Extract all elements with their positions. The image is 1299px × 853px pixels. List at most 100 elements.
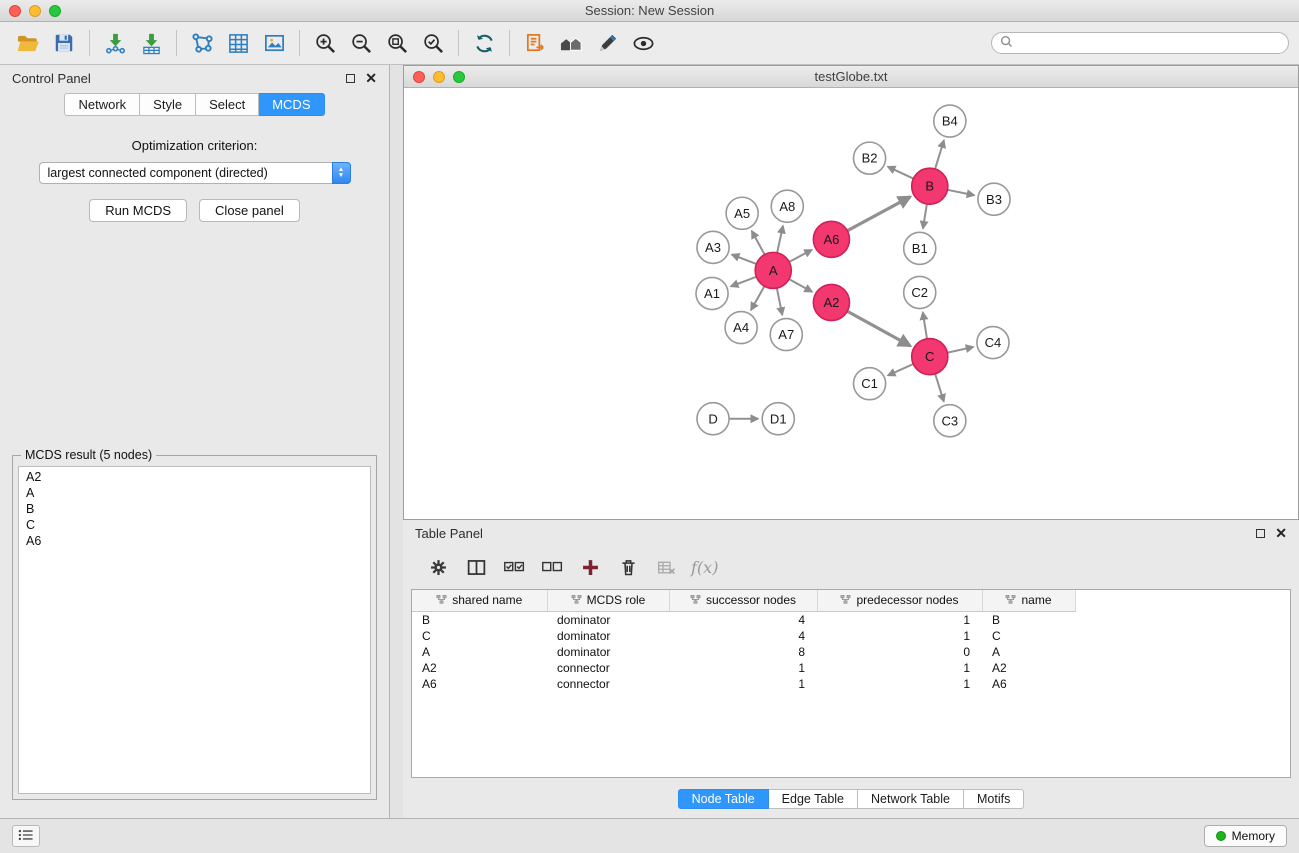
zoom-out-icon[interactable]	[343, 26, 379, 60]
close-panel-button[interactable]: Close panel	[199, 199, 300, 222]
select-all-icon[interactable]	[501, 554, 527, 580]
network-canvas[interactable]: B4B2BB3B1A5A8A6A3AA1A2C2A4A7CC4C1C3DD1	[404, 88, 1298, 519]
network-node-a6[interactable]: A6	[813, 221, 849, 257]
first-neighbors-icon[interactable]	[517, 26, 553, 60]
network-node-a2[interactable]: A2	[813, 284, 849, 320]
table-close-panel-icon[interactable]: ✕	[1275, 526, 1287, 540]
add-column-icon[interactable]	[577, 554, 603, 580]
network-minimize-button[interactable]	[433, 71, 445, 83]
column-header-shared-name[interactable]: shared name	[412, 590, 547, 611]
network-edge[interactable]	[751, 284, 765, 310]
network-node-c[interactable]: C	[912, 339, 948, 375]
delete-column-icon[interactable]	[615, 554, 641, 580]
import-table-from-file-icon[interactable]	[133, 26, 169, 60]
delete-table-icon[interactable]	[653, 554, 679, 580]
split-panel-icon[interactable]	[463, 554, 489, 580]
network-edge[interactable]	[787, 278, 812, 292]
network-edge[interactable]	[923, 312, 927, 340]
network-edge[interactable]	[945, 347, 973, 353]
network-edge[interactable]	[945, 189, 974, 195]
deselect-all-icon[interactable]	[539, 554, 565, 580]
home-pages-icon[interactable]	[553, 26, 589, 60]
network-node-b2[interactable]: B2	[854, 142, 886, 174]
table-row[interactable]: Bdominator41B	[412, 611, 1075, 628]
network-node-d[interactable]: D	[697, 403, 729, 435]
search-input[interactable]	[1018, 36, 1280, 50]
result-item[interactable]: C	[24, 517, 365, 533]
memory-button[interactable]: Memory	[1204, 825, 1287, 847]
tab-style[interactable]: Style	[140, 93, 196, 116]
search-box[interactable]	[991, 32, 1289, 54]
export-image-icon[interactable]	[256, 26, 292, 60]
minimize-window-button[interactable]	[29, 5, 41, 17]
network-node-c3[interactable]: C3	[934, 405, 966, 437]
network-edge[interactable]	[752, 231, 766, 256]
import-network-from-file-icon[interactable]	[97, 26, 133, 60]
network-node-a[interactable]: A	[755, 252, 791, 288]
table-settings-icon[interactable]	[425, 554, 451, 580]
network-node-b1[interactable]: B1	[904, 232, 936, 264]
network-edge[interactable]	[732, 255, 758, 265]
zoom-fit-icon[interactable]	[379, 26, 415, 60]
network-edge[interactable]	[731, 276, 758, 286]
column-header-successor-nodes[interactable]: successor nodes	[669, 590, 817, 611]
tab-node-table[interactable]: Node Table	[678, 789, 769, 809]
network-node-a5[interactable]: A5	[726, 197, 758, 229]
column-header-name[interactable]: name	[982, 590, 1075, 611]
panel-splitter[interactable]	[390, 65, 403, 818]
network-close-button[interactable]	[413, 71, 425, 83]
table-row[interactable]: Cdominator41C	[412, 628, 1075, 644]
network-node-b4[interactable]: B4	[934, 105, 966, 137]
network-node-d1[interactable]: D1	[762, 403, 794, 435]
tab-select[interactable]: Select	[196, 93, 259, 116]
network-node-a3[interactable]: A3	[697, 231, 729, 263]
table-float-panel-icon[interactable]	[1256, 529, 1265, 538]
network-overview-icon[interactable]	[184, 26, 220, 60]
network-node-a8[interactable]: A8	[771, 190, 803, 222]
tab-mcds[interactable]: MCDS	[259, 93, 324, 116]
network-edge[interactable]	[934, 140, 943, 171]
show-hide-graphics-icon[interactable]	[625, 26, 661, 60]
network-node-c4[interactable]: C4	[977, 327, 1009, 359]
network-zoom-button[interactable]	[453, 71, 465, 83]
table-row[interactable]: Adominator80A	[412, 644, 1075, 660]
zoom-selected-icon[interactable]	[415, 26, 451, 60]
refresh-layout-icon[interactable]	[466, 26, 502, 60]
run-mcds-button[interactable]: Run MCDS	[89, 199, 187, 222]
result-item[interactable]: A2	[24, 469, 365, 485]
tab-network[interactable]: Network	[64, 93, 140, 116]
network-node-c1[interactable]: C1	[854, 368, 886, 400]
network-edge[interactable]	[923, 202, 927, 229]
column-header-predecessor-nodes[interactable]: predecessor nodes	[817, 590, 982, 611]
result-item[interactable]: A	[24, 485, 365, 501]
network-edge[interactable]	[888, 363, 915, 375]
tab-motifs[interactable]: Motifs	[964, 789, 1024, 809]
network-node-a1[interactable]: A1	[696, 277, 728, 309]
network-and-table-icon[interactable]	[220, 26, 256, 60]
tab-edge-table[interactable]: Edge Table	[769, 789, 858, 809]
zoom-in-icon[interactable]	[307, 26, 343, 60]
table-row[interactable]: A6connector11A6	[412, 676, 1075, 692]
close-window-button[interactable]	[9, 5, 21, 17]
network-edge[interactable]	[845, 310, 910, 346]
network-node-b[interactable]: B	[912, 168, 948, 204]
result-item[interactable]: A6	[24, 533, 365, 549]
close-panel-icon[interactable]: ✕	[365, 71, 377, 85]
network-edge[interactable]	[777, 226, 783, 255]
network-edge[interactable]	[846, 197, 911, 232]
mcds-result-list[interactable]: A2ABCA6	[18, 466, 371, 794]
annotation-pen-icon[interactable]	[589, 26, 625, 60]
network-edge[interactable]	[787, 250, 812, 263]
table-row[interactable]: A2connector11A2	[412, 660, 1075, 676]
network-node-c2[interactable]: C2	[904, 276, 936, 308]
network-edge[interactable]	[888, 167, 915, 180]
zoom-window-button[interactable]	[49, 5, 61, 17]
network-edge[interactable]	[935, 372, 944, 402]
optimization-dropdown[interactable]: largest connected component (directed) ▲…	[39, 162, 351, 184]
network-view[interactable]: B4B2BB3B1A5A8A6A3AA1A2C2A4A7CC4C1C3DD1	[404, 88, 1298, 519]
function-builder-icon[interactable]: f(x)	[691, 554, 718, 580]
network-edge[interactable]	[776, 286, 782, 315]
network-node-b3[interactable]: B3	[978, 183, 1010, 215]
tab-network-table[interactable]: Network Table	[858, 789, 964, 809]
network-node-a7[interactable]: A7	[770, 319, 802, 351]
